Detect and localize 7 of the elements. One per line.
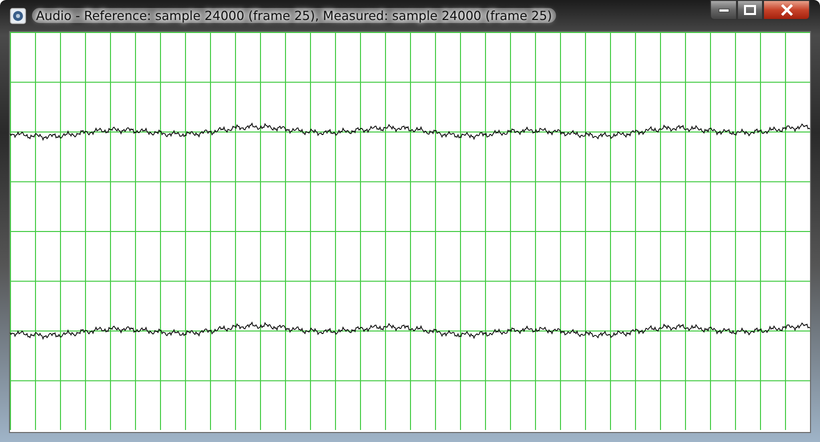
app-icon <box>10 8 26 24</box>
close-icon <box>780 4 794 16</box>
maximize-icon <box>744 5 756 15</box>
minimize-icon <box>718 7 730 13</box>
minimize-button[interactable] <box>710 0 737 20</box>
close-button[interactable] <box>763 0 810 20</box>
maximize-button[interactable] <box>737 0 763 20</box>
